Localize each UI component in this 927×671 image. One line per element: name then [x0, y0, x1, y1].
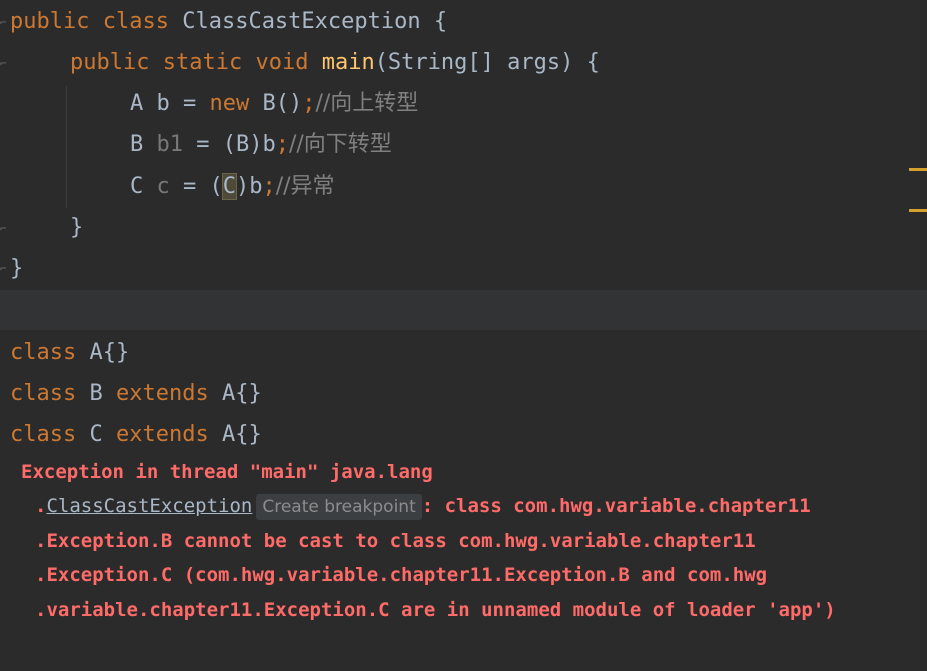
error-text: .variable.chapter11.Exception.C are in u… [35, 599, 836, 621]
keyword: public [10, 9, 90, 34]
closing-brace: } [70, 215, 84, 240]
keyword: void [255, 50, 309, 75]
semicolon: ; [262, 174, 276, 199]
keyword: class [102, 9, 169, 34]
error-text: : class com.hwg.variable.chapter11 [421, 495, 811, 517]
code-text: B [130, 132, 157, 157]
code-line[interactable]: class A{} [10, 335, 129, 371]
keyword: new [209, 91, 250, 116]
keyword: public [70, 50, 150, 75]
code-line[interactable]: C c = (C)b;//异常 [130, 169, 335, 205]
class-name: C [76, 422, 116, 447]
code-text: C [130, 174, 157, 199]
keyword: extends [115, 422, 209, 447]
error-text: .Exception.B cannot be cast to class com… [35, 530, 756, 552]
comment: //向下转型 [288, 132, 392, 157]
keyword: extends [115, 381, 209, 406]
keyword: class [10, 340, 77, 365]
method-name: main [321, 50, 375, 75]
console-error-line: Exception in thread "main" java.lang [21, 455, 433, 489]
text-cursor: C [221, 173, 238, 200]
error-text: . [35, 495, 47, 517]
code-line[interactable]: class C extends A{} [10, 417, 262, 453]
keyword: class [10, 381, 77, 406]
code-editor[interactable]: ⌐ ⌐ ⌐ ⌐ public class ClassCastException … [0, 0, 927, 290]
keyword: static [162, 50, 243, 75]
code-line[interactable]: public static void main(String[] args) { [70, 45, 600, 81]
brace: { [420, 9, 448, 34]
lower-panel: class A{} class B extends A{} class C ex… [0, 330, 927, 671]
fold-icon[interactable]: ⌐ [0, 262, 8, 276]
variable: c [156, 174, 170, 199]
console-error-line: .ClassCastException Create breakpoint: cl… [35, 489, 811, 523]
code-line[interactable]: A b = new B();//向上转型 [130, 86, 418, 122]
fold-icon[interactable]: ⌐ [0, 57, 8, 71]
indent-guide [66, 86, 67, 208]
console-error-line: .variable.chapter11.Exception.C are in u… [35, 593, 836, 627]
section-divider [0, 290, 927, 330]
code-text: )b [235, 174, 263, 199]
code-text: A b = [130, 91, 210, 116]
comment: //向上转型 [315, 91, 419, 116]
code-text: B() [249, 91, 303, 116]
comment: //异常 [275, 174, 335, 199]
semicolon: ; [302, 91, 316, 116]
error-text: Exception in thread "main" java.lang [21, 461, 433, 483]
warning-stripe-marker[interactable] [909, 209, 927, 212]
code-text: = (B)b [183, 132, 276, 157]
semicolon: ; [275, 132, 289, 157]
code-line[interactable]: B b1 = (B)b;//向下转型 [130, 127, 392, 163]
keyword: class [10, 422, 77, 447]
console-error-line: .Exception.C (com.hwg.variable.chapter11… [35, 558, 767, 592]
code-line[interactable]: public class ClassCastException { [10, 4, 447, 40]
closing-brace: } [10, 256, 24, 281]
fold-icon[interactable]: ⌐ [0, 222, 8, 236]
class-body: A{} [208, 422, 262, 447]
class-name: A{} [76, 340, 130, 365]
code-text: = ( [169, 174, 223, 199]
class-name: B [76, 381, 116, 406]
method-signature: (String[] args) { [374, 50, 600, 75]
fold-icon[interactable]: ⌐ [0, 16, 8, 30]
create-breakpoint-button[interactable]: Create breakpoint [256, 494, 422, 520]
variable: b1 [156, 132, 184, 157]
warning-stripe-marker[interactable] [909, 168, 927, 171]
code-line[interactable]: } [10, 251, 23, 287]
code-line[interactable]: class B extends A{} [10, 376, 262, 412]
code-line[interactable]: } [70, 210, 83, 246]
exception-link[interactable]: ClassCastException [46, 495, 252, 517]
error-text: .Exception.C (com.hwg.variable.chapter11… [35, 564, 768, 586]
class-name: ClassCastException [182, 9, 421, 34]
console-error-line: .Exception.B cannot be cast to class com… [35, 524, 756, 558]
class-body: A{} [208, 381, 262, 406]
